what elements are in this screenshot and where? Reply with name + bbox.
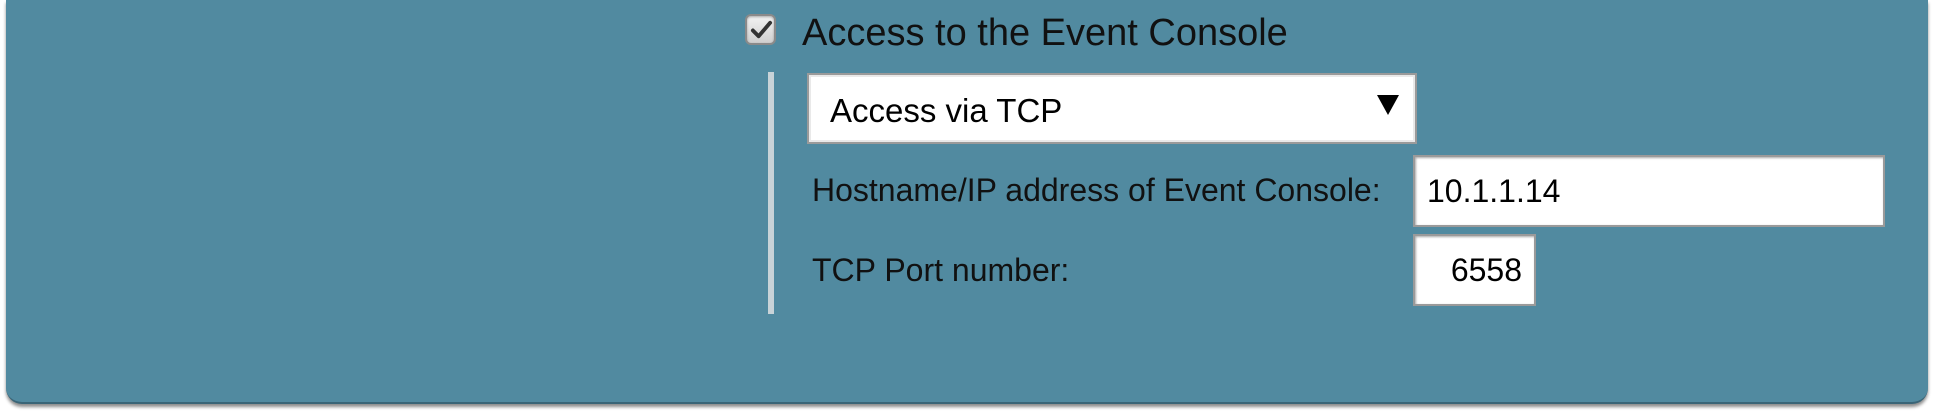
access-method-selected-value: Access via TCP: [830, 92, 1063, 129]
access-method-select[interactable]: Access via TCP: [807, 73, 1417, 144]
settings-panel: Access to the Event Console Access via T…: [6, 0, 1928, 404]
indent-bar: [768, 72, 774, 314]
hostname-input[interactable]: [1413, 155, 1885, 227]
event-console-checkbox[interactable]: [745, 14, 776, 45]
tcp-port-input[interactable]: [1413, 234, 1536, 306]
hostname-label: Hostname/IP address of Event Console:: [812, 172, 1381, 208]
event-console-checkbox-label: Access to the Event Console: [802, 12, 1288, 54]
tcp-port-label: TCP Port number:: [812, 252, 1070, 288]
checkmark-icon: [750, 20, 773, 39]
triangle-down-icon: [1377, 95, 1399, 115]
